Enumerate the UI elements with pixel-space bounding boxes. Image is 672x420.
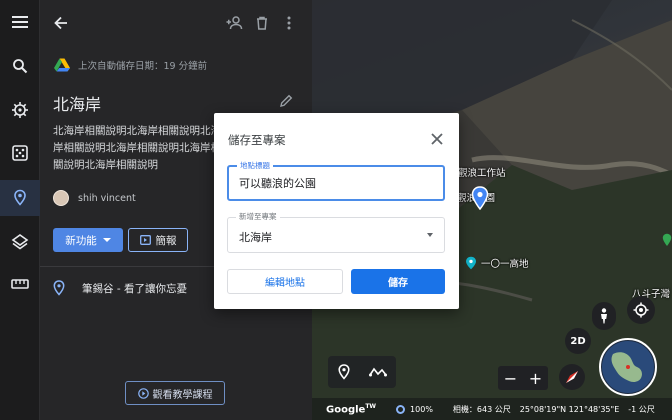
compass-icon	[566, 371, 578, 383]
save-button[interactable]: 儲存	[351, 269, 445, 294]
my-location-icon	[633, 302, 649, 318]
street-view-button[interactable]	[592, 302, 616, 330]
toggle-2d-label: 2D	[570, 335, 586, 347]
placemark-pin-icon[interactable]	[471, 186, 489, 214]
globe-minimap[interactable]	[599, 338, 657, 396]
nav-rail	[0, 0, 40, 420]
menu-icon[interactable]	[8, 10, 32, 34]
draw-path-icon[interactable]	[368, 366, 387, 378]
poi-marker-icon[interactable]	[662, 232, 672, 246]
globe-icon	[602, 341, 654, 393]
project-select[interactable]: 新增至專案 北海岸	[227, 211, 445, 253]
avatar	[53, 190, 69, 206]
play-circle-icon	[137, 387, 149, 399]
search-icon[interactable]	[8, 54, 32, 78]
present-icon	[139, 235, 151, 245]
map-tools	[328, 356, 396, 388]
project-description: 北海岸相關說明北海岸相關說明北海岸相關說明北海岸相關說明北海岸相關說明北海岸相關…	[53, 125, 221, 171]
camera-altitude: 相機：643 公尺	[452, 404, 511, 414]
zoom-controls: − +	[498, 366, 548, 390]
compass-target-button[interactable]	[627, 296, 655, 324]
layers-icon[interactable]	[8, 230, 32, 254]
add-placemark-icon[interactable]	[337, 364, 350, 380]
station-label: 觀浪工作站	[458, 168, 506, 179]
new-feature-button[interactable]: 新功能	[53, 228, 123, 252]
edit-pencil-icon[interactable]	[280, 92, 293, 111]
autosave-text: 上次自動儲存日期：19 分鐘前	[78, 61, 208, 72]
project-select-label: 新增至專案	[236, 211, 280, 222]
back-arrow-icon[interactable]	[50, 12, 72, 34]
progress-ring-icon	[396, 404, 406, 414]
caret-down-icon	[102, 238, 111, 242]
elevation: -1 公尺	[628, 404, 655, 414]
present-label: 簡報	[155, 234, 177, 247]
zoom-in-button[interactable]: +	[529, 369, 542, 388]
place-title-label: 地點標題	[237, 160, 273, 171]
feature-item-label: 筆錫谷 - 看了讓你忘憂	[82, 282, 187, 295]
edit-place-button[interactable]: 編輯地點	[227, 269, 343, 294]
place-title-input[interactable]	[239, 176, 429, 189]
projects-pin-icon[interactable]	[0, 180, 40, 216]
pegman-icon	[601, 308, 607, 324]
map-label-highland[interactable]: 一〇一高地	[465, 256, 529, 270]
zoom-out-button[interactable]: −	[504, 369, 517, 388]
more-vert-icon[interactable]	[278, 12, 300, 34]
present-button[interactable]: 簡報	[128, 228, 188, 252]
voyager-wheel-icon[interactable]	[8, 98, 32, 122]
drive-icon	[54, 58, 70, 72]
highland-label: 一〇一高地	[481, 259, 529, 270]
compass-button[interactable]	[559, 364, 585, 390]
new-feature-label: 新功能	[65, 234, 97, 247]
coordinates: 25°08'19"N 121°48'35"E	[519, 404, 620, 414]
owner-name: shih vincent	[78, 192, 136, 204]
dice-icon[interactable]	[8, 141, 32, 165]
load-progress: 100%	[396, 404, 433, 414]
project-select-value: 北海岸	[239, 231, 272, 244]
place-title-field: 地點標題	[227, 160, 445, 201]
add-person-icon[interactable]	[224, 12, 246, 34]
map-status-bar: GoogleTW 100% 相機：643 公尺 25°08'19"N 121°4…	[312, 398, 672, 420]
feature-list-item[interactable]: 筆錫谷 - 看了讓你忘憂	[52, 280, 187, 296]
ruler-icon[interactable]	[8, 272, 32, 296]
save-to-project-dialog: 儲存至專案 地點標題 新增至專案 北海岸 編輯地點 儲存	[214, 113, 459, 309]
poi-marker-icon	[466, 256, 476, 270]
watch-tutorial-button[interactable]: 觀看教學課程	[125, 381, 225, 405]
dropdown-arrow-icon	[427, 233, 433, 237]
map-label-station[interactable]: 觀浪工作站	[458, 165, 506, 179]
trash-icon[interactable]	[251, 12, 273, 34]
autosave-status: 上次自動儲存日期：19 分鐘前	[54, 58, 207, 72]
place-pin-icon	[53, 280, 65, 296]
project-owner: shih vincent	[53, 190, 136, 206]
dialog-title: 儲存至專案	[228, 133, 286, 147]
google-logo: GoogleTW	[326, 402, 377, 416]
project-title: 北海岸	[53, 95, 102, 114]
toggle-2d-button[interactable]: 2D	[565, 328, 591, 354]
close-icon[interactable]	[429, 131, 445, 147]
tutorial-label: 觀看教學課程	[152, 389, 213, 401]
